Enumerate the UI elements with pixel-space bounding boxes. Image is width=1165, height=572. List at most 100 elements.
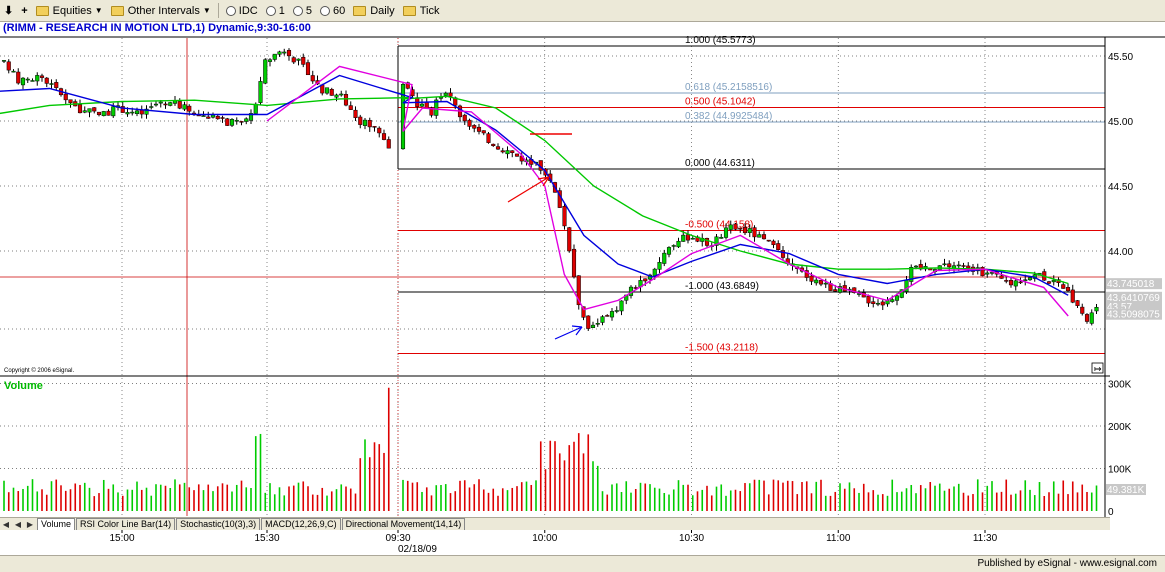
candle-body <box>491 143 496 146</box>
candle-body <box>35 75 40 82</box>
nav-prev-icon[interactable]: ◀ <box>12 520 24 529</box>
candle-body <box>586 315 591 329</box>
candle-body <box>738 227 743 230</box>
candle-body <box>681 234 686 242</box>
candle-body <box>448 92 453 97</box>
price-tick-label: 44.50 <box>1108 182 1133 193</box>
candle-body <box>571 248 577 278</box>
svg-text:↦: ↦ <box>1094 364 1102 374</box>
price-chart[interactable]: 1.000 (45.5773)0.618 (45.2158516)0.500 (… <box>0 0 1165 571</box>
candle-body <box>353 109 358 118</box>
candle-body <box>1013 280 1018 287</box>
candle-body <box>476 126 482 132</box>
time-tick-label: 10:00 <box>532 533 557 544</box>
nav-first-icon[interactable]: ◀ <box>0 520 12 529</box>
candle-body <box>324 87 330 94</box>
candle-body <box>424 101 429 109</box>
time-tick-label: 11:30 <box>973 533 998 544</box>
candle-body <box>282 51 287 54</box>
candle-body <box>890 299 895 302</box>
candle-body <box>1046 281 1052 284</box>
candle-body <box>752 227 757 238</box>
tab-stochastic[interactable]: Stochastic(10(3),3) <box>176 518 261 530</box>
candle-body <box>68 99 73 104</box>
candle-body <box>742 227 748 234</box>
candle-body <box>20 77 26 86</box>
candle-body <box>30 80 35 82</box>
candle-body <box>244 118 249 122</box>
time-tick-label: 10:30 <box>679 533 704 544</box>
candle-body <box>358 116 363 125</box>
candle-body <box>733 223 738 230</box>
candle-body <box>761 234 767 240</box>
candle-body <box>1004 280 1009 282</box>
fib-label: -1.000 (43.6849) <box>685 281 759 292</box>
candle-body <box>277 51 282 55</box>
candle-body <box>643 278 648 282</box>
ma-slow-line <box>0 95 1069 285</box>
candle-body <box>377 127 382 134</box>
candle-body <box>149 106 154 108</box>
volume-tick-label: 200K <box>1108 422 1132 433</box>
candle-body <box>106 110 111 116</box>
candle-body <box>206 116 211 119</box>
candle-body <box>505 150 510 155</box>
candle-body <box>486 133 491 143</box>
footer: Published by eSignal - www.esignal.com <box>0 555 1165 572</box>
candle-body <box>438 97 444 99</box>
candle-body <box>600 316 605 323</box>
candle-body <box>220 117 225 119</box>
candle-body <box>595 323 600 325</box>
candle-body <box>833 289 838 292</box>
time-tick-label: 15:30 <box>254 533 279 544</box>
candle-body <box>1065 287 1071 292</box>
tab-directional-movement[interactable]: Directional Movement(14,14) <box>341 518 466 530</box>
candle-body <box>472 125 477 129</box>
candle-body <box>92 107 97 112</box>
candle-body <box>894 295 900 301</box>
candle-body <box>757 234 762 238</box>
volume-tick-label: 100K <box>1108 465 1132 476</box>
volume-tick-label: 300K <box>1108 380 1132 391</box>
price-tick-label: 44.00 <box>1108 247 1133 258</box>
candle-body <box>301 57 306 65</box>
candle-body <box>182 104 187 110</box>
candle-body <box>163 103 168 106</box>
tab-volume[interactable]: Volume <box>37 518 76 530</box>
candle-body <box>947 263 952 268</box>
candle-body <box>310 75 315 82</box>
candle-body <box>82 110 87 113</box>
tab-macd[interactable]: MACD(12,26,9,C) <box>261 518 341 530</box>
candle-body <box>77 104 83 114</box>
candle-body <box>386 139 391 149</box>
candle-body <box>514 153 520 157</box>
candle-body <box>87 108 92 113</box>
nav-next-icon[interactable]: ▶ <box>24 520 36 529</box>
candle-body <box>1080 306 1085 314</box>
scroll-icon[interactable]: ↦ <box>1091 362 1104 374</box>
candle-body <box>11 70 16 73</box>
candle-body <box>823 282 828 285</box>
date-label: 02/18/09 <box>398 544 437 555</box>
copyright-text: Copyright © 2006 eSignal. <box>4 367 74 374</box>
candle-body <box>134 110 140 114</box>
candle-body <box>866 295 871 304</box>
candle-body <box>1061 284 1066 289</box>
candle-body <box>880 301 885 306</box>
candle-body <box>676 240 681 248</box>
candle-body <box>372 126 377 128</box>
candle-body <box>1008 279 1014 286</box>
moving-averages <box>0 65 1069 317</box>
candle-body <box>381 133 387 140</box>
candle-body <box>267 59 273 62</box>
candle-body <box>210 114 216 118</box>
candle-body <box>985 272 990 275</box>
candle-body <box>500 150 505 153</box>
candle-body <box>177 101 182 109</box>
candle-body <box>875 302 881 305</box>
candle-body <box>1 60 7 62</box>
candle-body <box>1070 289 1075 303</box>
candle-body <box>1027 277 1033 281</box>
tab-rsi[interactable]: RSI Color Line Bar(14) <box>76 518 176 530</box>
candle-body <box>234 120 239 122</box>
